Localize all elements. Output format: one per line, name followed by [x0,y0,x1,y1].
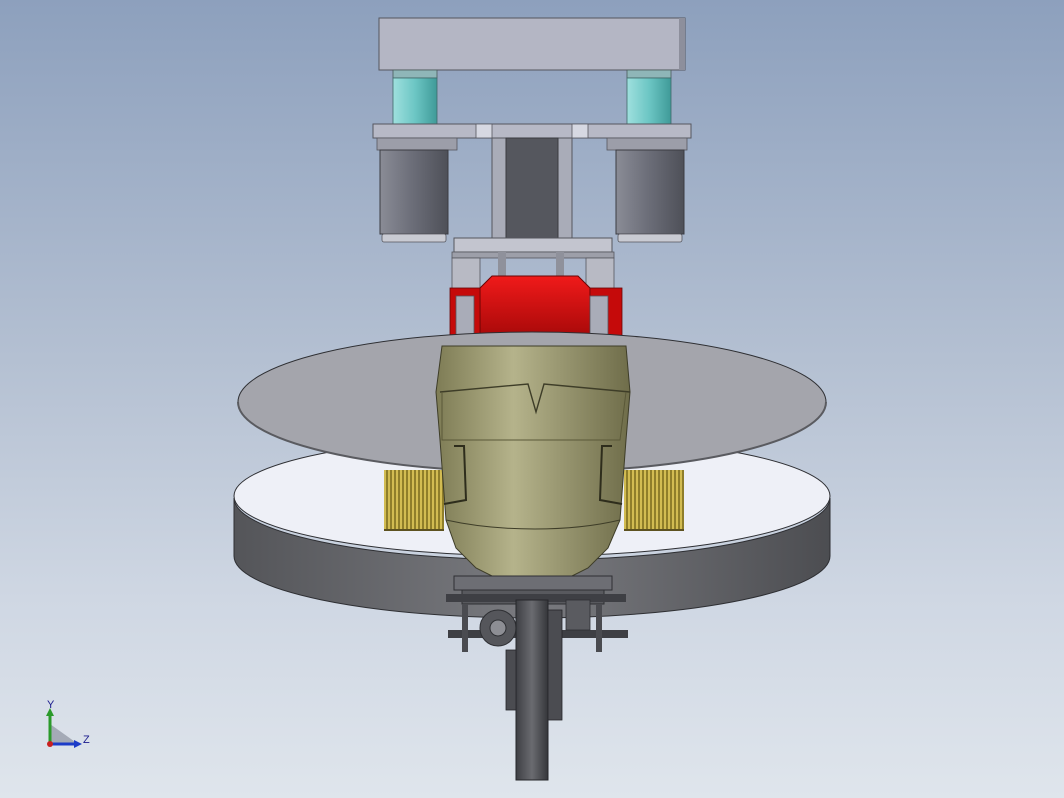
top-plate [378,17,686,71]
cad-model[interactable] [0,0,1064,798]
coordinate-triad: Y Z [36,700,106,760]
central-frame [491,137,573,239]
motor-left [379,149,449,243]
teal-spacer-right [626,69,672,125]
brush-left [384,470,444,531]
brush-right [624,470,684,531]
graphics-viewport[interactable]: Y Z [0,0,1064,798]
axis-z-label: Z [83,734,90,746]
olive-housing [435,345,631,579]
teal-spacer-left [392,69,438,125]
motor-right [615,149,685,243]
axis-y-label: Y [47,699,55,711]
